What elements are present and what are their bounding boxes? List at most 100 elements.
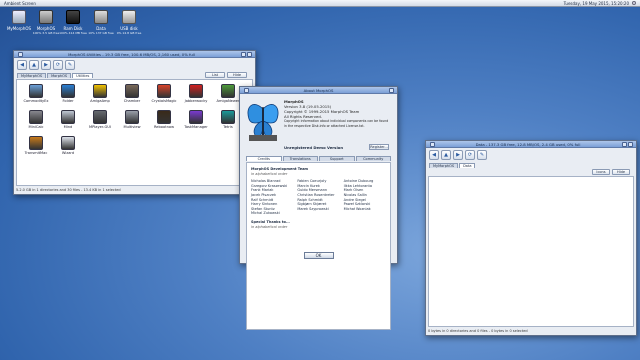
file-icon-item[interactable]: AmigaAmp [85,84,115,103]
registration-status: Unregistered Demo Version [284,145,344,150]
team-members: Nicholas Blanrad Fabien Coeurjoly Antoine … [251,179,386,216]
team-member: Michal Zukowski [251,211,280,216]
refresh-button[interactable]: ⟳ [465,150,475,160]
settings-button[interactable]: ✎ [65,60,75,70]
ram-disk-icon [66,10,80,24]
program-icon [157,84,171,98]
utilities-window[interactable]: MorphOS:Utilities - 19.3 GB free, 100.6 … [13,50,256,195]
program-icon [29,136,43,150]
program-icon [125,84,139,98]
depth-icon[interactable] [628,141,633,147]
screen-title: Ambient Screen [4,0,36,6]
program-icon [93,84,107,98]
tab-mymorphos[interactable]: MyMorphOS [429,163,459,168]
tab-utilities[interactable]: Utilities [72,73,94,78]
program-icon [61,84,75,98]
file-icon-item[interactable]: TransmitMac [21,136,51,155]
tab-mymorphos[interactable]: MyMorphOS [17,73,47,78]
file-icon-label: MiniCalc [28,125,44,129]
zoom-icon[interactable] [622,141,627,147]
file-icon-label: TaskManager [184,125,208,129]
tab-community[interactable]: Community [355,156,391,161]
file-icon-item[interactable]: Chamber [117,84,147,103]
file-icon-label: AmigaAmp [90,99,110,103]
file-icon-item[interactable]: Jabberwocky [181,84,211,103]
register-button[interactable]: Register... [369,144,389,150]
forward-button[interactable]: ▶ [453,150,463,160]
settings-button[interactable]: ✎ [477,150,487,160]
file-icon-item[interactable]: Folder [53,84,83,103]
usb-drive-icon [122,10,136,24]
file-icon-label: CommodityEx [23,99,49,103]
file-icon-item[interactable]: MPlayer-GUI [85,110,115,129]
program-icon [157,110,171,124]
file-icon-label: AmigaNewer [216,99,240,103]
refresh-button[interactable]: ⟳ [53,60,63,70]
file-icon-item[interactable]: CrystalsMagic [149,84,179,103]
window-toolbar: ◀ ▲ ▶ ⟳ ✎ [14,58,255,72]
file-icon-item[interactable]: Wizard [53,136,83,155]
file-icon-label: MPlayer-GUI [89,125,111,129]
status-bar: 0 bytes in 0 directories and 0 files - 0… [428,329,528,333]
file-icon-item[interactable]: Multiview [117,110,147,129]
window-titlebar[interactable]: Data - 137.3 GB free, 12.8 MB/OS, 2.4 GB… [426,141,636,148]
hide-button[interactable]: Hide [227,72,247,78]
program-icon [61,136,75,150]
parent-button[interactable]: ▲ [441,150,451,160]
window-titlebar[interactable]: About MorphOS [240,87,397,94]
file-icon-item[interactable]: TaskManager [181,110,211,129]
about-dialog[interactable]: About MorphOS MorphOS Version 3.8 (19.05… [239,86,398,330]
program-icon [189,110,203,124]
tab-morphos[interactable]: MorphOS [47,73,72,78]
program-icon [61,110,75,124]
file-icon-label: CrystalsMagic [151,99,177,103]
depth-icon[interactable] [247,51,252,57]
program-icon [29,110,43,124]
file-area[interactable]: CommodityEx Folder AmigaAmp Chamber Crystals… [16,79,253,186]
desktop-icon-usb[interactable]: USB disk 0% 14.8 GB free [112,10,146,35]
path-tabs: MyMorphOS Data [426,162,636,168]
parent-button[interactable]: ▲ [29,60,39,70]
team-order-note: in alphabetical order [251,171,288,176]
program-icon [221,84,235,98]
back-button[interactable]: ◀ [429,150,439,160]
file-icon-label: Rebootnow [153,125,175,129]
file-icon-label: Chamber [123,99,141,103]
ok-button[interactable]: OK [303,252,334,259]
forward-button[interactable]: ▶ [41,60,51,70]
program-icon [29,84,43,98]
screen-menubar[interactable]: Ambient Screen Tuesday, 19 May 2015, 15:… [0,0,640,7]
status-bar: 5.2.0 GB in 1 directories and 30 files -… [16,188,121,192]
zoom-icon[interactable] [241,51,246,57]
file-icon-item[interactable]: CommodityEx [21,84,51,103]
file-area[interactable] [428,176,634,327]
file-icon-label: Tetris [223,125,233,129]
tab-translations[interactable]: Translations [282,156,318,161]
data-window[interactable]: Data - 137.3 GB free, 12.8 MB/OS, 2.4 GB… [425,140,637,336]
program-icon [125,110,139,124]
tab-support[interactable]: Support [319,156,355,161]
file-icon-label: TransmitMac [24,151,48,155]
window-titlebar[interactable]: MorphOS:Utilities - 19.3 GB free, 100.6 … [14,51,255,58]
file-icon-label: Folder [62,99,74,103]
tab-credits[interactable]: Credits [246,156,282,161]
program-icon [93,110,107,124]
tab-data[interactable]: Data [459,163,476,168]
file-icon-item[interactable]: MiniCalc [21,110,51,129]
hide-button[interactable]: Hide [612,169,630,175]
file-icon-item[interactable]: Rebootnow [149,110,179,129]
file-icon-item[interactable]: Mind [53,110,83,129]
window-toolbar: ◀ ▲ ▶ ⟳ ✎ [426,148,636,162]
about-info: MorphOS Version 3.8 (19.05.2015) Copyrig… [284,99,388,129]
back-button[interactable]: ◀ [17,60,27,70]
credits-list[interactable]: MorphOS Development Team in alphabetical… [246,162,391,330]
thanks-order-note: in alphabetical order [251,224,288,229]
screen-depth-icon[interactable] [632,1,636,5]
drive-icon [39,10,53,24]
drive-icon [94,10,108,24]
depth-icon[interactable] [389,87,394,93]
file-icon-label: Wizard [61,151,75,155]
list-button[interactable]: List [205,72,225,78]
program-icon [221,110,235,124]
icons-button[interactable]: Icons [592,169,610,175]
